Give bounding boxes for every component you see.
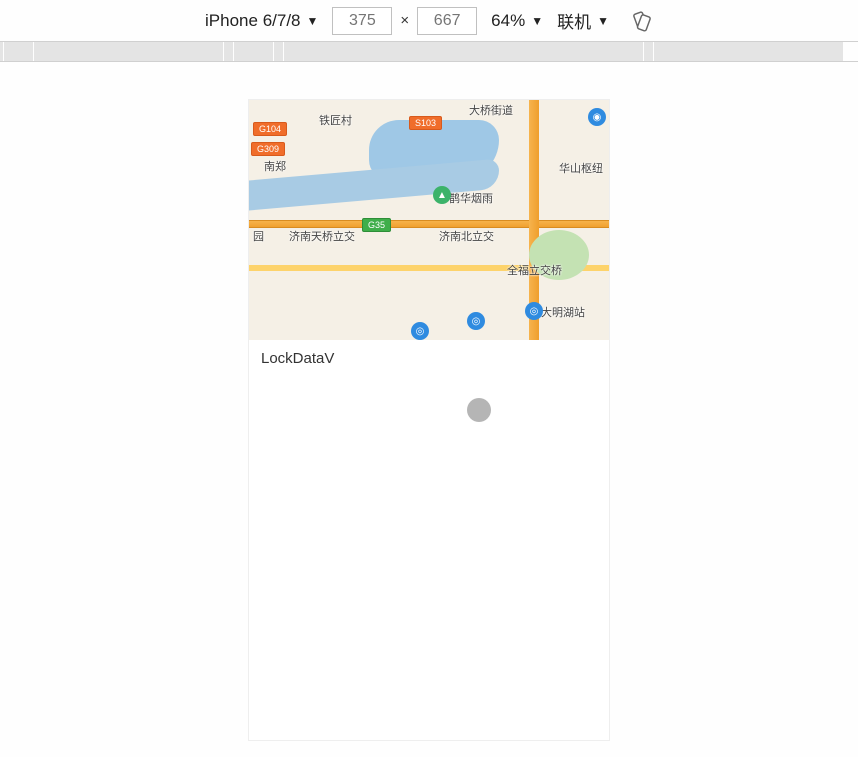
ruler-bar	[0, 42, 858, 62]
height-input[interactable]	[417, 7, 477, 35]
dimension-times: ×	[400, 12, 409, 29]
network-selector[interactable]: 联机 ▼	[557, 8, 609, 33]
map-poi-icon[interactable]: ◉	[588, 108, 606, 126]
device-canvas: 铁匠村 大桥街道南郑 华山枢纽鹊华烟雨济南天桥立交 济南北立交全福立交桥大明湖站 园 G1…	[0, 62, 858, 757]
map-place-label: 华山枢纽	[559, 160, 603, 176]
zoom-label: 64%	[491, 11, 525, 31]
map-poi-icon[interactable]: ◎	[467, 312, 485, 330]
ruler-segment	[224, 42, 234, 61]
caret-down-icon: ▼	[597, 14, 609, 28]
map-road-badge: G104	[253, 122, 287, 136]
map-place-label: 全福立交桥	[507, 262, 562, 278]
map-place-label: 南郑	[264, 158, 286, 174]
app-title-text: LockDataV	[261, 350, 334, 367]
devtools-device-toolbar: iPhone 6/7/8 ▼ × 64% ▼ 联机 ▼	[0, 0, 858, 42]
map-place-label: 济南北立交	[439, 228, 494, 244]
map-road-badge: G35	[362, 218, 391, 232]
ruler-segment	[34, 42, 224, 61]
zoom-selector[interactable]: 64% ▼	[491, 11, 543, 31]
map-poi-icon[interactable]: ◎	[411, 322, 429, 340]
touch-cursor-icon	[467, 398, 491, 422]
ruler-segment	[654, 42, 844, 61]
dimension-group: ×	[332, 7, 477, 35]
width-input[interactable]	[332, 7, 392, 35]
map-place-label: 大桥街道	[469, 102, 513, 118]
ruler-segment	[234, 42, 274, 61]
map-place-label: 大明湖站	[541, 304, 585, 320]
map-place-label: 铁匠村	[319, 112, 352, 128]
rotate-device-icon[interactable]	[631, 10, 653, 32]
device-viewport[interactable]: 铁匠村 大桥街道南郑 华山枢纽鹊华烟雨济南天桥立交 济南北立交全福立交桥大明湖站 园 G1…	[249, 100, 609, 740]
map-poi-icon[interactable]: ▲	[433, 186, 451, 204]
caret-down-icon: ▼	[307, 14, 319, 28]
ruler-segment	[644, 42, 654, 61]
map-place-label: 济南天桥立交	[289, 228, 355, 244]
network-label: 联机	[557, 8, 591, 33]
map-poi-icon[interactable]: ◎	[525, 302, 543, 320]
caret-down-icon: ▼	[531, 14, 543, 28]
ruler-segment	[274, 42, 284, 61]
device-label: iPhone 6/7/8	[205, 11, 300, 31]
ruler-segment	[4, 42, 34, 61]
map-road-badge: S103	[409, 116, 442, 130]
device-selector[interactable]: iPhone 6/7/8 ▼	[205, 11, 318, 31]
map-view[interactable]: 铁匠村 大桥街道南郑 华山枢纽鹊华烟雨济南天桥立交 济南北立交全福立交桥大明湖站 园 G1…	[249, 100, 609, 340]
map-road-badge: G309	[251, 142, 285, 156]
map-place-label: 鹊华烟雨	[449, 190, 493, 206]
ruler-segment	[284, 42, 644, 61]
map-place-label: 园	[253, 228, 264, 244]
